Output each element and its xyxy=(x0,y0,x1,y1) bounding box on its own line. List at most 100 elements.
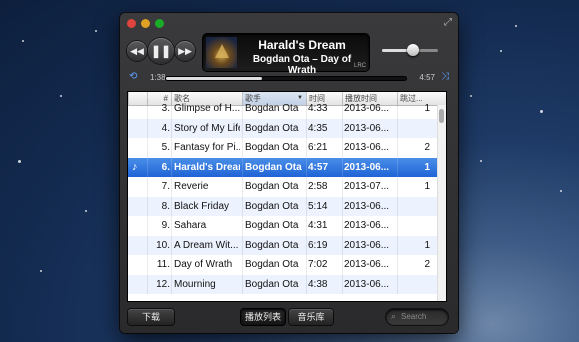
column-separator xyxy=(242,255,243,275)
now-playing-display: Harald's Dream Bogdan Ota – Day of Wrath… xyxy=(203,34,369,76)
pause-icon: ❚❚ xyxy=(150,44,172,58)
cell-artist: Bogdan Ota xyxy=(245,239,299,251)
minimize-window-button[interactable] xyxy=(141,19,150,28)
column-separator xyxy=(306,196,307,216)
cell-skips: 1 xyxy=(424,239,430,251)
cell-number: 4. xyxy=(161,122,170,134)
cell-time: 7:02 xyxy=(308,259,328,270)
fullscreen-icon[interactable]: ⤢ xyxy=(444,17,452,28)
previous-track-button[interactable]: ◀◀ xyxy=(127,41,147,61)
column-separator xyxy=(147,216,148,236)
column-separator xyxy=(171,99,172,119)
column-separator xyxy=(397,255,398,275)
library-tab[interactable]: 音乐库 xyxy=(289,309,333,325)
column-separator xyxy=(242,157,243,177)
cell-artist: Bogdan Ota xyxy=(245,122,299,134)
volume-slider[interactable] xyxy=(382,44,438,56)
cell-time: 6:19 xyxy=(308,239,328,251)
playlist-tab[interactable]: 播放列表 xyxy=(241,309,285,325)
search-box[interactable]: ⌕ xyxy=(386,309,448,325)
cell-date: 2013-06... xyxy=(344,259,390,270)
cell-number: 7. xyxy=(161,181,170,192)
column-separator xyxy=(171,274,172,294)
table-row[interactable]: 8. Black Friday Bogdan Ota 5:14 2013-06... xyxy=(128,196,438,217)
volume-knob[interactable] xyxy=(406,44,419,56)
album-art[interactable] xyxy=(206,37,237,68)
column-separator xyxy=(147,235,148,255)
column-separator xyxy=(147,196,148,216)
column-separator xyxy=(242,274,243,294)
track-duration: 4:57 xyxy=(419,73,435,82)
cell-date: 2013-06... xyxy=(344,103,390,114)
table-row[interactable]: 12. Mourning Bogdan Ota 4:38 2013-06... xyxy=(128,274,438,295)
table-row[interactable]: 10. A Dream Wit... Bogdan Ota 6:19 2013-06..… xyxy=(128,235,438,255)
window-controls xyxy=(127,19,164,28)
column-separator xyxy=(306,157,307,177)
cell-title: Day of Wrath xyxy=(174,259,233,270)
close-window-button[interactable] xyxy=(127,19,136,28)
music-player-window: ⤢ ◀◀ ❚❚ ▶▶ Harald's Dream Bogdan Ota – D… xyxy=(120,13,458,333)
lyrics-button[interactable]: LRC xyxy=(354,63,366,69)
cell-title: Sahara xyxy=(174,220,207,231)
column-separator xyxy=(242,138,243,158)
cell-artist: Bogdan Ota xyxy=(245,142,299,153)
cell-skips xyxy=(400,197,430,217)
cell-skips xyxy=(400,216,430,236)
cell-title: Story of My Life xyxy=(174,122,240,134)
shuffle-icon[interactable]: ⤨ xyxy=(441,71,449,82)
table-row[interactable]: 4. Story of My Life Bogdan Ota 4:35 2013-06.… xyxy=(128,118,438,138)
cell-skips: 2 xyxy=(424,142,430,153)
table-row[interactable]: 7. Reverie Bogdan Ota 2:58 2013-07... 1 xyxy=(128,177,438,197)
column-separator xyxy=(171,216,172,236)
cell-artist: Bogdan Ota xyxy=(245,278,299,290)
column-separator xyxy=(397,157,398,177)
table-row[interactable]: 9. Sahara Bogdan Ota 4:31 2013-06... xyxy=(128,216,438,236)
repeat-icon[interactable]: ⟲ xyxy=(129,71,137,82)
cell-date: 2013-06... xyxy=(344,161,390,173)
column-separator xyxy=(306,138,307,158)
column-separator xyxy=(397,118,398,138)
cell-skips: 1 xyxy=(424,161,430,173)
column-separator xyxy=(171,118,172,138)
cell-date: 2013-06... xyxy=(344,239,390,251)
column-separator xyxy=(397,196,398,216)
cell-date: 2013-06... xyxy=(344,142,390,153)
column-separator xyxy=(147,177,148,197)
table-row-playing[interactable]: ♪ 6. Harald's Dream Bogdan Ota 4:57 2013-06..… xyxy=(128,157,438,177)
cell-time: 4:35 xyxy=(308,122,328,134)
column-separator xyxy=(342,196,343,216)
zoom-window-button[interactable] xyxy=(155,19,164,28)
table-row[interactable]: 3. Glimpse of H... Bogdan Ota 4:33 2013-06..… xyxy=(128,99,438,119)
column-separator xyxy=(147,274,148,294)
column-separator xyxy=(147,99,148,119)
play-pause-button[interactable]: ❚❚ xyxy=(148,38,174,64)
cell-date: 2013-06... xyxy=(344,278,390,290)
search-input[interactable] xyxy=(401,310,443,323)
cell-artist: Bogdan Ota xyxy=(245,200,299,212)
vertical-scrollbar[interactable] xyxy=(437,105,446,301)
cell-time: 6:21 xyxy=(308,142,328,153)
cell-artist: Bogdan Ota xyxy=(245,181,299,192)
progress-bar[interactable] xyxy=(166,77,406,80)
cell-skips xyxy=(400,275,430,295)
column-separator xyxy=(397,216,398,236)
column-separator xyxy=(306,118,307,138)
cell-time: 5:14 xyxy=(308,200,328,212)
column-separator xyxy=(306,274,307,294)
next-track-button[interactable]: ▶▶ xyxy=(175,41,195,61)
column-separator xyxy=(147,255,148,275)
cell-date: 2013-07... xyxy=(344,181,390,192)
cell-title: Reverie xyxy=(174,181,209,192)
column-separator xyxy=(342,235,343,255)
scrollbar-thumb[interactable] xyxy=(439,109,444,123)
table-row[interactable]: 5. Fantasy for Pi... Bogdan Ota 6:21 2013-06… xyxy=(128,138,438,158)
cell-artist: Bogdan Ota xyxy=(245,259,299,270)
table-row[interactable]: 11. Day of Wrath Bogdan Ota 7:02 2013-06... 2 xyxy=(128,255,438,275)
download-button[interactable]: 下载 xyxy=(128,309,174,325)
fast-forward-icon: ▶▶ xyxy=(178,45,192,56)
column-separator xyxy=(306,216,307,236)
cell-skips: 1 xyxy=(424,103,430,114)
cell-number: 6. xyxy=(161,161,170,173)
progress-fill xyxy=(166,77,262,80)
track-list: # 歌名 歌手 ▼ 时间 播放时间 跳过... 3. Glimpse of H..… xyxy=(128,92,446,301)
